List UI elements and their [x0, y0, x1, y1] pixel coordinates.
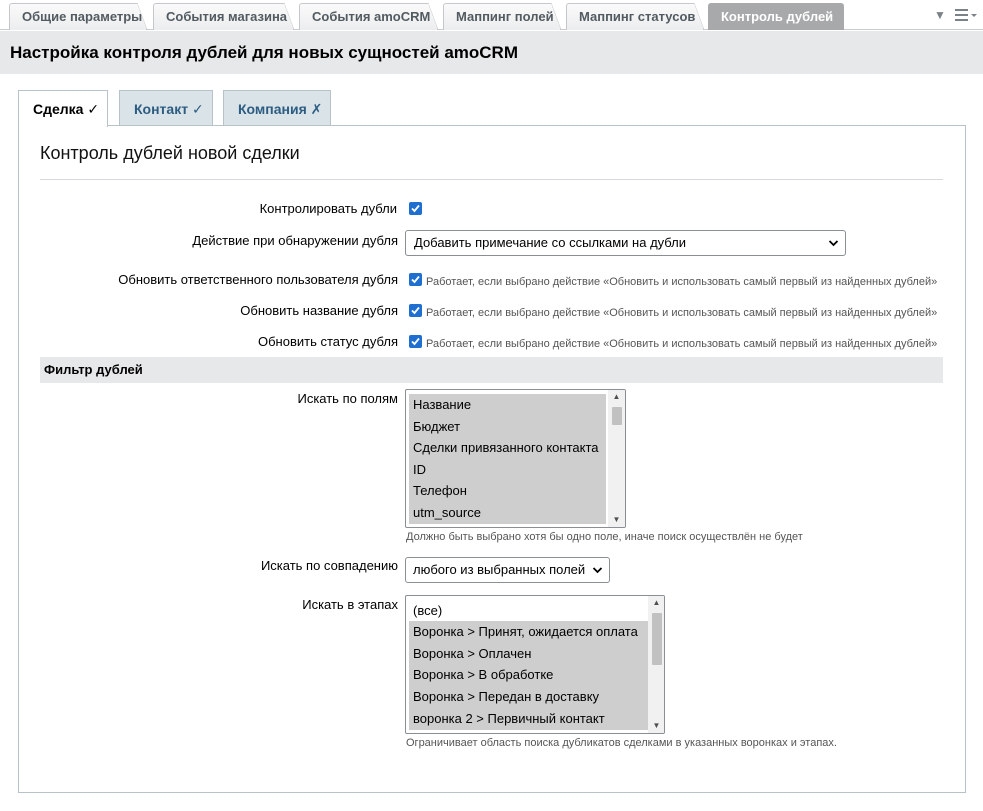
- section-title: Контроль дублей новой сделки: [40, 143, 300, 163]
- tab-label: Общие параметры: [22, 9, 143, 24]
- scroll-up-icon[interactable]: ▲: [608, 390, 625, 404]
- subtab-label: Сделка ✓: [33, 101, 100, 117]
- option-label: utm_source: [413, 505, 481, 520]
- list-item[interactable]: Воронка > Оплачен: [409, 643, 649, 665]
- checkmark-icon: [411, 337, 420, 346]
- option-label: Воронка > Передан в доставку: [413, 689, 600, 704]
- chevron-down-icon: [828, 231, 839, 264]
- page-header: Настройка контроля дублей для новых сущн…: [0, 31, 983, 74]
- control-duplicates-checkbox[interactable]: [409, 202, 422, 215]
- scroll-up-icon[interactable]: ▲: [648, 596, 664, 610]
- control-duplicates-label: Контролировать дубли: [259, 201, 397, 216]
- update-responsible-label: Обновить ответственного пользователя дуб…: [118, 272, 398, 287]
- hamburger-menu-icon: [955, 9, 977, 21]
- scroll-down-icon[interactable]: ▼: [608, 513, 625, 527]
- option-label: Сделки привязанного контакта: [413, 440, 599, 455]
- update-status-hint: Работает, если выбрано действие «Обновит…: [426, 338, 938, 350]
- tab-label: Маппинг полей: [456, 9, 554, 24]
- list-item[interactable]: Бюджет: [409, 416, 606, 438]
- update-status-label: Обновить статус дубля: [257, 334, 398, 349]
- tab-duplicate-control[interactable]: Контроль дублей: [708, 3, 844, 30]
- match-label: Искать по совпадению: [260, 558, 398, 573]
- list-item[interactable]: Сделки привязанного контакта: [409, 437, 606, 459]
- list-item[interactable]: Телефон: [409, 480, 606, 502]
- divider: [40, 179, 943, 180]
- list-item[interactable]: (все): [409, 600, 649, 622]
- tab-status-mapping[interactable]: Маппинг статусов: [566, 3, 704, 30]
- list-item[interactable]: воронка 2 > Первичный контакт: [409, 708, 649, 730]
- list-item[interactable]: Название: [409, 394, 606, 416]
- stages-hint: Ограничивает область поиска дубликатов с…: [406, 737, 837, 749]
- scroll-thumb[interactable]: [612, 407, 622, 425]
- tab-field-mapping[interactable]: Маппинг полей: [443, 3, 561, 30]
- search-fields-label: Искать по полям: [297, 391, 398, 406]
- action-select-value: Добавить примечание со ссылками на дубли: [414, 235, 687, 250]
- subtab-contact[interactable]: Контакт ✓: [119, 90, 213, 126]
- search-fields-hint: Должно быть выбрано хотя бы одно поле, и…: [406, 531, 803, 543]
- stages-listbox[interactable]: (все) Воронка > Принят, ожидается оплата…: [405, 595, 665, 734]
- chevron-down-icon: ▼: [934, 8, 946, 22]
- option-label: Название: [413, 397, 472, 412]
- subtab-deal[interactable]: Сделка ✓: [18, 90, 108, 127]
- update-status-checkbox[interactable]: [409, 335, 422, 348]
- tab-label: Контроль дублей: [721, 9, 834, 24]
- tab-label: События магазина: [166, 9, 288, 24]
- option-label: Воронка > Принят, ожидается оплата: [413, 624, 638, 639]
- scroll-thumb[interactable]: [652, 613, 662, 665]
- update-responsible-checkbox[interactable]: [409, 273, 422, 286]
- match-select[interactable]: любого из выбранных полей: [405, 557, 610, 583]
- checkmark-icon: [411, 275, 420, 284]
- option-label: Телефон: [413, 483, 467, 498]
- option-label: Воронка > В обработке: [413, 667, 554, 682]
- stages-scrollbar[interactable]: ▲ ▼: [648, 596, 664, 733]
- checkmark-icon: [411, 204, 420, 213]
- match-select-value: любого из выбранных полей: [413, 562, 586, 577]
- scroll-down-icon[interactable]: ▼: [648, 719, 664, 733]
- action-select[interactable]: Добавить примечание со ссылками на дубли: [405, 230, 846, 256]
- list-item[interactable]: Воронка > Передан в доставку: [409, 686, 649, 708]
- stages-label: Искать в этапах: [302, 597, 398, 612]
- option-label: Бюджет: [413, 419, 461, 434]
- list-item[interactable]: utm_source: [409, 502, 606, 524]
- option-label: Воронка > Оплачен: [413, 646, 532, 661]
- option-label: ID: [413, 462, 426, 477]
- tab-general-params[interactable]: Общие параметры: [9, 3, 147, 30]
- settings-menu-button[interactable]: [955, 6, 977, 24]
- list-item[interactable]: Воронка > Принят, ожидается оплата: [409, 621, 649, 643]
- filter-title: Фильтр дублей: [44, 362, 143, 377]
- tabs-dropdown-button[interactable]: ▼: [934, 6, 946, 24]
- list-item[interactable]: Воронка > В обработке: [409, 664, 649, 686]
- checkmark-icon: [411, 306, 420, 315]
- update-responsible-hint: Работает, если выбрано действие «Обновит…: [426, 276, 938, 288]
- update-name-hint: Работает, если выбрано действие «Обновит…: [426, 307, 938, 319]
- option-label: воронка 2 > Первичный контакт: [413, 711, 605, 726]
- chevron-down-icon: [592, 558, 603, 591]
- subtab-company[interactable]: Компания ✗: [223, 90, 331, 126]
- action-label: Действие при обнаружении дубля: [192, 233, 398, 248]
- update-name-label: Обновить название дубля: [240, 303, 398, 318]
- subtab-label: Контакт ✓: [134, 101, 204, 117]
- filter-section-header: Фильтр дублей: [40, 357, 943, 383]
- top-tab-strip: Общие параметры События магазина События…: [0, 0, 983, 30]
- tab-label: События amoCRM: [312, 9, 431, 24]
- search-fields-listbox[interactable]: Название Бюджет Сделки привязанного конт…: [405, 389, 626, 528]
- page-title: Настройка контроля дублей для новых сущн…: [10, 43, 518, 62]
- search-fields-scrollbar[interactable]: ▲ ▼: [608, 390, 625, 527]
- tab-amocrm-events[interactable]: События amoCRM: [299, 3, 438, 30]
- tab-shop-events[interactable]: События магазина: [153, 3, 294, 30]
- tab-label: Маппинг статусов: [579, 9, 696, 24]
- update-name-checkbox[interactable]: [409, 304, 422, 317]
- option-label: (все): [413, 603, 443, 618]
- subtab-label: Компания ✗: [238, 101, 323, 117]
- list-item[interactable]: ID: [409, 459, 606, 481]
